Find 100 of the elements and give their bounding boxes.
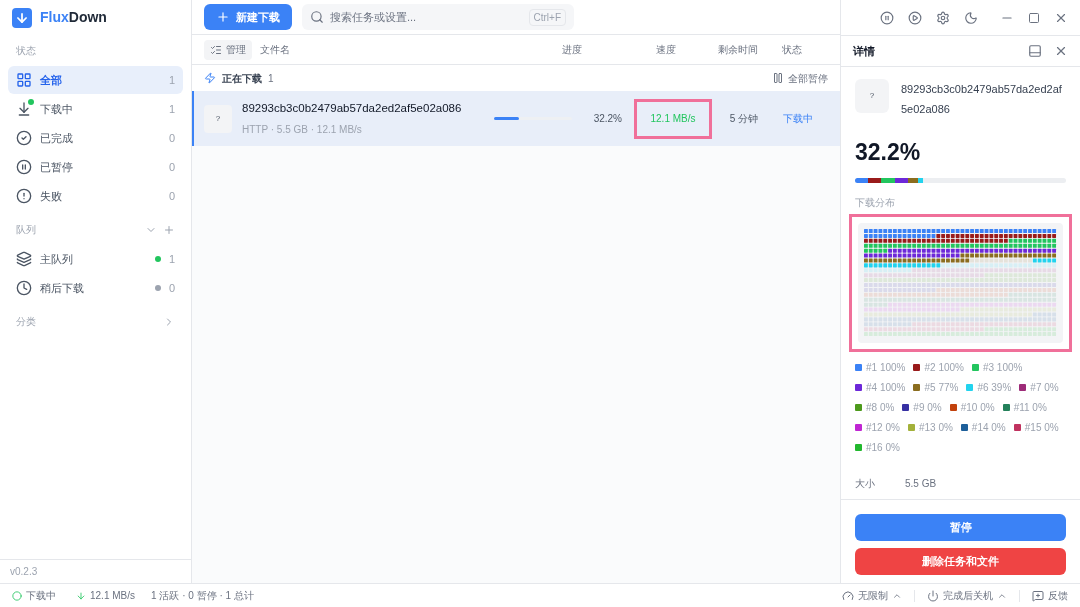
speed-limit-button[interactable]: 无限制 — [842, 588, 902, 603]
legend-label: #8 0% — [866, 400, 895, 415]
legend-label: #10 0% — [960, 400, 995, 415]
gauge-icon — [842, 589, 854, 602]
lightning-icon — [204, 72, 216, 84]
file-icon: ? — [855, 79, 889, 113]
sidebar-item[interactable]: 全部 1 — [8, 66, 183, 94]
progress-percent: 32.2% — [855, 138, 922, 167]
legend-label: #5 77% — [924, 380, 959, 395]
file-icon: ? — [204, 104, 232, 133]
download-arrow-icon — [76, 590, 86, 601]
legend-label: #2 100% — [924, 360, 964, 375]
count-label: 1 — [168, 251, 175, 267]
legend-label: #12 0% — [866, 420, 900, 435]
sidebar-item[interactable]: 下载中 1 — [8, 95, 183, 123]
column-header: 速度 — [655, 43, 677, 57]
sidebar-label: 稍后下载 — [40, 280, 85, 296]
sidebar-label: 已暂停 — [40, 159, 74, 175]
size-value: 5.5 GB — [905, 477, 937, 491]
section-heading: 队列 — [16, 223, 37, 237]
pause-circle-icon[interactable] — [880, 10, 894, 25]
summary-text: 1 活跃 · 0 暂停 · 1 总计 — [151, 589, 254, 603]
legend-label: #11 0% — [1013, 400, 1047, 415]
count-label: 0 — [168, 130, 175, 146]
pause-button[interactable]: 暂停 — [855, 514, 1066, 541]
power-icon — [927, 589, 939, 602]
delete-button[interactable]: 删除任务和文件 — [855, 548, 1066, 575]
grid-icon — [16, 72, 32, 88]
clock-icon — [16, 280, 32, 296]
sidebar-item[interactable]: 已暂停 0 — [8, 153, 183, 181]
panel-layout-icon[interactable] — [1028, 44, 1042, 58]
count-label: 1 — [168, 72, 175, 88]
sidebar-item[interactable]: 失败 0 — [8, 182, 183, 210]
pause-icon — [772, 72, 784, 84]
search-input[interactable]: 搜索任务或设置... — [330, 8, 523, 26]
feedback-icon — [1032, 589, 1044, 602]
manage-button[interactable]: 管理 — [204, 39, 252, 60]
search-icon — [310, 10, 324, 24]
size-label: 大小 — [855, 477, 876, 491]
pause-circle-icon — [16, 159, 32, 175]
feedback-button[interactable]: 反馈 — [1032, 588, 1068, 603]
legend-label: #16 0% — [866, 440, 900, 455]
sidebar-label: 全部 — [40, 72, 63, 88]
column-header: 进度 — [561, 43, 583, 57]
speed-text: 12.1 MB/s — [90, 589, 136, 603]
shortcut-key: Ctrl+F — [528, 8, 566, 26]
close-icon[interactable] — [1054, 44, 1068, 58]
legend-label: #7 0% — [1030, 380, 1059, 395]
section-label: 下载分布 — [855, 195, 896, 210]
speed-value: 12.1 MB/s — [650, 112, 696, 126]
legend-label: #1 100% — [866, 360, 906, 375]
remaining-time: 5 分钟 — [728, 112, 760, 126]
play-circle-icon[interactable] — [908, 10, 922, 25]
plus-icon — [216, 10, 230, 24]
layers-icon — [16, 251, 32, 267]
legend-label: #9 0% — [913, 400, 942, 415]
new-download-button[interactable]: 新建下载 — [204, 4, 292, 30]
status-ring-icon — [12, 590, 22, 601]
sidebar-item[interactable]: 已完成 0 — [8, 124, 183, 152]
download-tray-icon — [16, 101, 32, 117]
group-count: 1 — [268, 71, 274, 86]
app-logo-icon — [12, 7, 32, 28]
section-heading: 状态 — [15, 44, 37, 58]
alert-circle-icon — [16, 188, 32, 204]
column-header: 状态 — [781, 43, 803, 57]
count-label: 0 — [168, 188, 175, 204]
shutdown-button[interactable]: 完成后关机 — [927, 588, 1007, 603]
sidebar-item[interactable]: 主队列 1 — [8, 245, 183, 273]
file-meta: HTTP · 5.5 GB · 12.1 MB/s — [242, 122, 363, 137]
column-header: 文件名 — [260, 43, 291, 57]
sidebar-label: 下载中 — [40, 101, 74, 117]
sidebar-label: 主队列 — [40, 251, 74, 267]
sidebar-label: 失败 — [40, 188, 63, 204]
section-heading: 分类 — [16, 315, 37, 329]
download-row[interactable]: ? 89293cb3c0b2479ab57da2ed2af5e02a086 HTTP · 5.5 GB · 12.1 MB/s 32.2% 12.1 MB/s 5 分钟 下载中 — [192, 91, 840, 146]
moon-icon[interactable] — [964, 10, 978, 25]
pause-all-button[interactable]: 全部暂停 — [772, 70, 828, 86]
sidebar-label: 已完成 — [40, 130, 74, 146]
panel-title: 详情 — [853, 43, 876, 59]
count-label: 1 — [168, 101, 175, 117]
list-check-icon — [210, 43, 222, 56]
legend-label: #15 0% — [1024, 420, 1059, 435]
legend-label: #13 0% — [918, 420, 953, 435]
sidebar-item[interactable]: 稍后下载 0 — [8, 274, 183, 302]
legend-label: #6 39% — [977, 380, 1012, 395]
count-label: 0 — [168, 280, 175, 296]
file-name: 89293cb3c0b2479ab57da2ed2af5e02a086 — [901, 82, 1063, 117]
legend-label: #14 0% — [971, 420, 1006, 435]
count-label: 0 — [168, 159, 175, 175]
check-circle-icon — [16, 130, 32, 146]
column-header: 剩余时间 — [717, 43, 759, 57]
app-name: FluxDown — [40, 8, 107, 27]
legend-label: #4 100% — [866, 380, 906, 395]
progress-percent: 32.2% — [592, 112, 622, 126]
group-label: 正在下载 — [222, 71, 262, 86]
status-text: 下载中 — [26, 589, 56, 603]
version-label: v0.2.3 — [10, 565, 38, 579]
settings-icon[interactable] — [936, 10, 950, 25]
file-name: 89293cb3c0b2479ab57da2ed2af5e02a086 — [242, 101, 463, 117]
maximize-icon[interactable] — [1028, 11, 1040, 24]
